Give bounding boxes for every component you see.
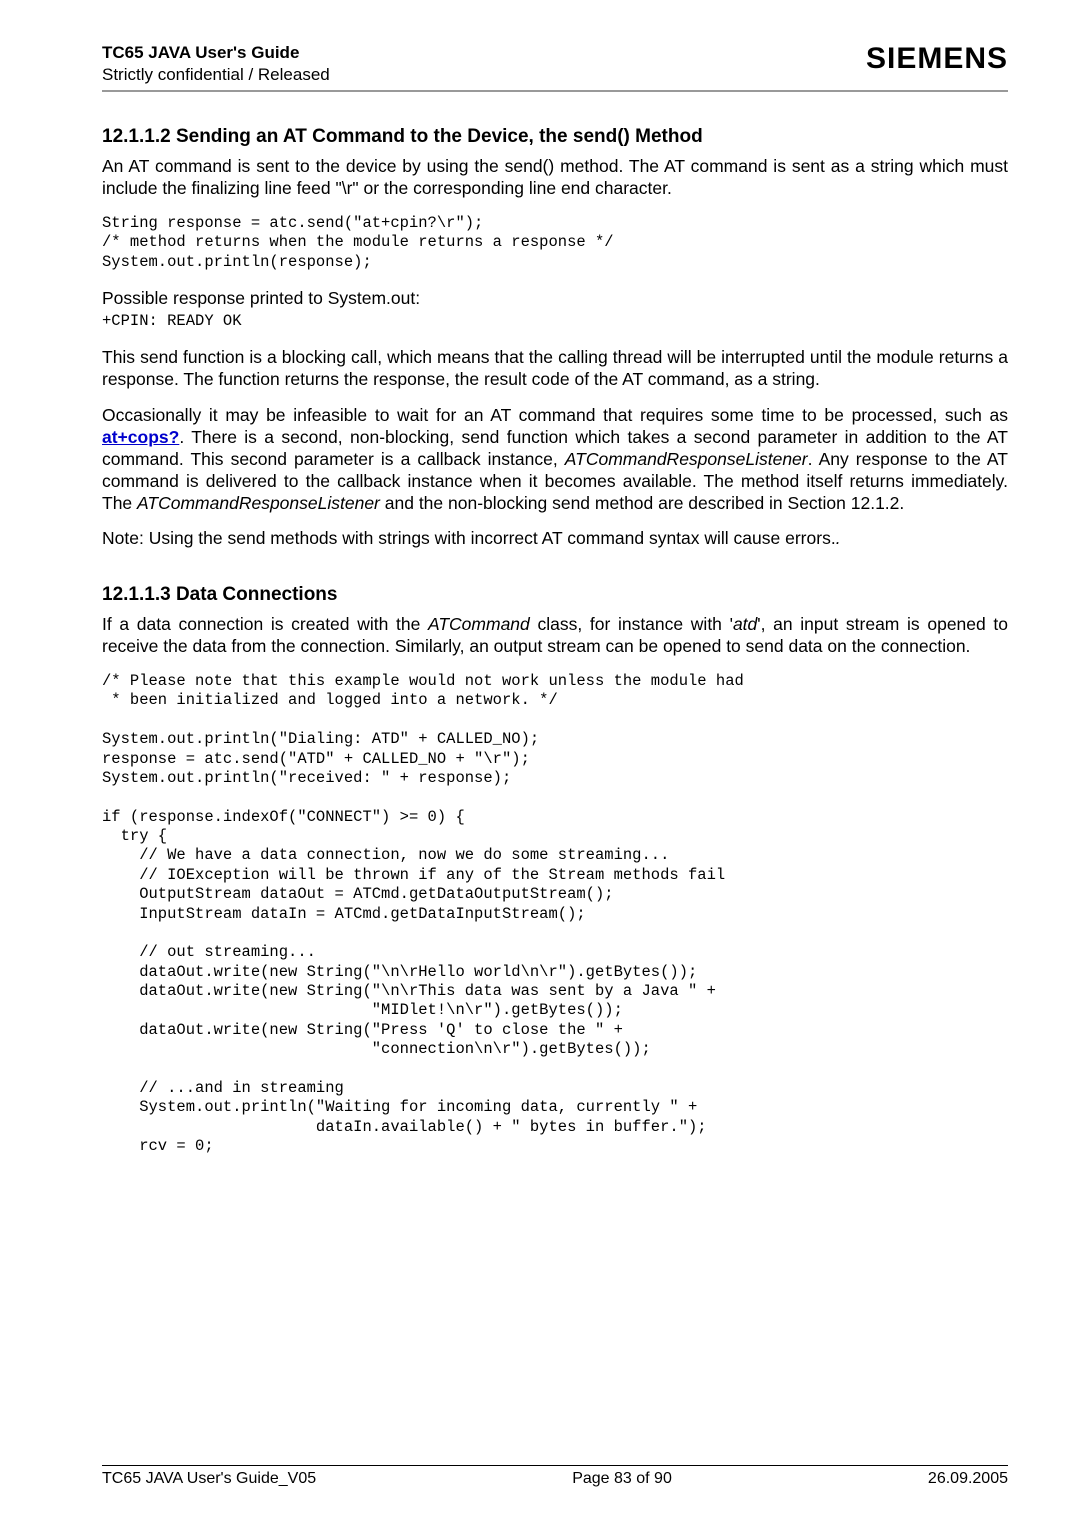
code-send-example: String response = atc.send("at+cpin?\r")… (102, 214, 1008, 272)
section-heading-data-conn: 12.1.1.3 Data Connections (102, 584, 1008, 606)
cmd-name: atd (733, 614, 757, 634)
footer-right: 26.09.2005 (928, 1470, 1008, 1488)
class-name: ATCommand (428, 614, 530, 634)
para-possible-response: Possible response printed to System.out: (102, 288, 1008, 310)
para-nonblocking: Occasionally it may be infeasible to wai… (102, 405, 1008, 514)
text-frag: Occasionally it may be infeasible to wai… (102, 405, 1008, 425)
header-left: TC65 JAVA User's Guide Strictly confiden… (102, 42, 330, 86)
class-name: ATCommandResponseListener (137, 493, 380, 513)
section-heading-send: 12.1.1.2 Sending an AT Command to the De… (102, 126, 1008, 148)
page-footer: TC65 JAVA User's Guide_V05 Page 83 of 90… (102, 1465, 1008, 1488)
footer-left: TC65 JAVA User's Guide_V05 (102, 1470, 316, 1488)
footer-center: Page 83 of 90 (572, 1470, 672, 1488)
brand-logo: SIEMENS (866, 42, 1008, 76)
code-cpin-output: +CPIN: READY OK (102, 312, 1008, 331)
at-cops-link[interactable]: at+cops? (102, 427, 179, 447)
para-note-errors: Note: Using the send methods with string… (102, 528, 1008, 550)
text-frag: class, for instance with ' (530, 614, 733, 634)
text-frag: and the non-blocking send method are des… (380, 493, 904, 513)
code-data-connection: /* Please note that this example would n… (102, 672, 1008, 1156)
text-frag: Note: Using the send methods with string… (102, 528, 836, 548)
doc-subtitle: Strictly confidential / Released (102, 64, 330, 86)
para-data-conn: If a data connection is created with the… (102, 614, 1008, 658)
doc-title: TC65 JAVA User's Guide (102, 42, 330, 64)
text-frag: If a data connection is created with the (102, 614, 428, 634)
class-name: ATCommandResponseListener (565, 449, 808, 469)
para-send-intro: An AT command is sent to the device by u… (102, 156, 1008, 200)
page-header: TC65 JAVA User's Guide Strictly confiden… (102, 42, 1008, 92)
period: . (836, 528, 841, 548)
para-blocking-call: This send function is a blocking call, w… (102, 347, 1008, 391)
